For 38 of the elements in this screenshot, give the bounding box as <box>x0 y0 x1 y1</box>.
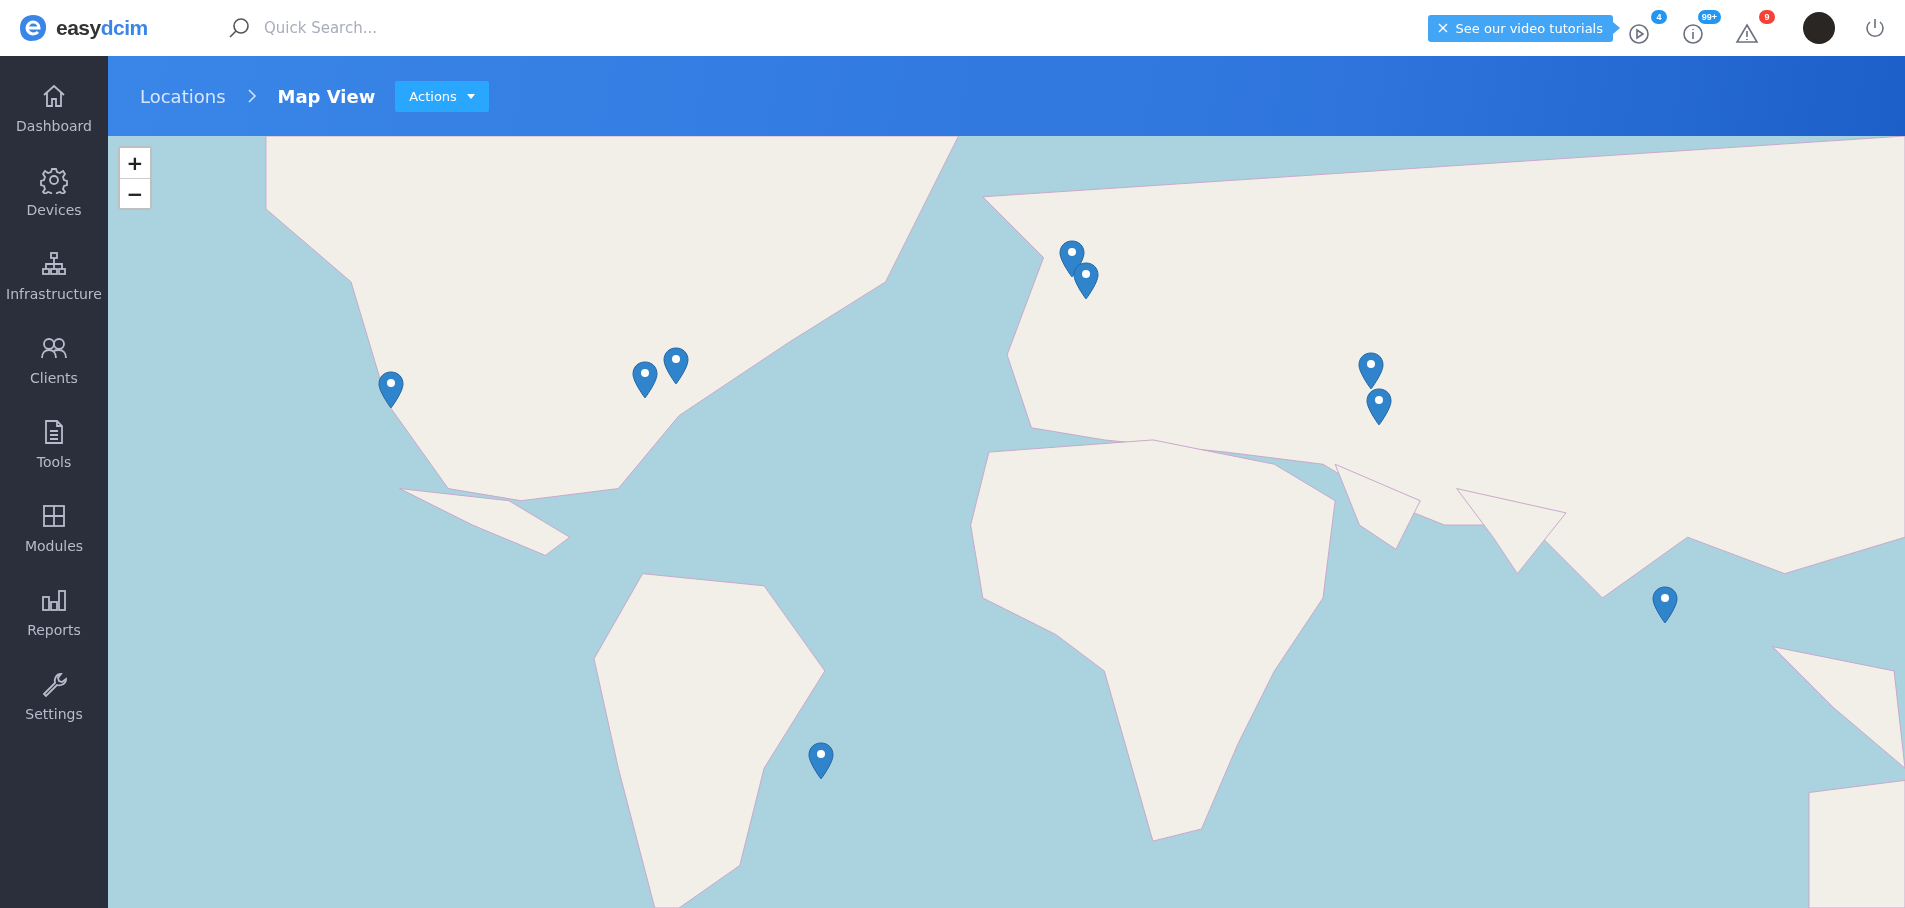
map-pin[interactable] <box>1059 239 1086 278</box>
sidebar-item[interactable]: Modules <box>0 486 108 570</box>
sidebar-item[interactable]: Infrastructure <box>0 234 108 318</box>
logo-icon <box>18 13 48 43</box>
sidebar-item[interactable]: Settings <box>0 654 108 738</box>
avatar[interactable] <box>1803 12 1835 44</box>
alert-notifications-button[interactable]: 9 <box>1735 10 1775 46</box>
chevron-icon <box>245 89 258 103</box>
play-circle-icon <box>1627 22 1651 46</box>
warning-icon <box>1735 22 1759 46</box>
count-badge: 4 <box>1651 10 1667 24</box>
map-pin[interactable] <box>1358 351 1385 390</box>
wrench-icon <box>40 670 68 698</box>
sidebar-item[interactable]: Dashboard <box>0 66 108 150</box>
map-pin[interactable] <box>663 346 690 385</box>
grid-icon <box>40 502 68 530</box>
breadcrumb-item: Map View <box>277 85 376 107</box>
map-pin[interactable] <box>807 741 834 780</box>
zoom-out-button[interactable]: − <box>120 178 150 208</box>
count-badge: 99+ <box>1697 10 1721 24</box>
gear-icon <box>40 166 68 194</box>
sidebar-item[interactable]: Tools <box>0 402 108 486</box>
sidebar-item[interactable]: Devices <box>0 150 108 234</box>
count-badge: 9 <box>1759 10 1775 24</box>
map-pin[interactable] <box>1072 261 1099 300</box>
map-pin[interactable] <box>1365 388 1392 426</box>
power-icon[interactable] <box>1863 16 1887 40</box>
caret-icon <box>466 93 475 99</box>
logo-text: easydcim <box>56 16 148 40</box>
search-icon[interactable] <box>228 17 250 39</box>
sidebar-item[interactable]: Clients <box>0 318 108 402</box>
map-pin[interactable] <box>631 361 658 400</box>
hierarchy-icon <box>40 250 68 278</box>
info-icon <box>1681 22 1705 46</box>
sidebar-item[interactable]: Reports <box>0 570 108 654</box>
close-icon[interactable] <box>1437 23 1448 33</box>
map-pin[interactable] <box>377 371 404 409</box>
map-pin[interactable] <box>1652 586 1679 625</box>
